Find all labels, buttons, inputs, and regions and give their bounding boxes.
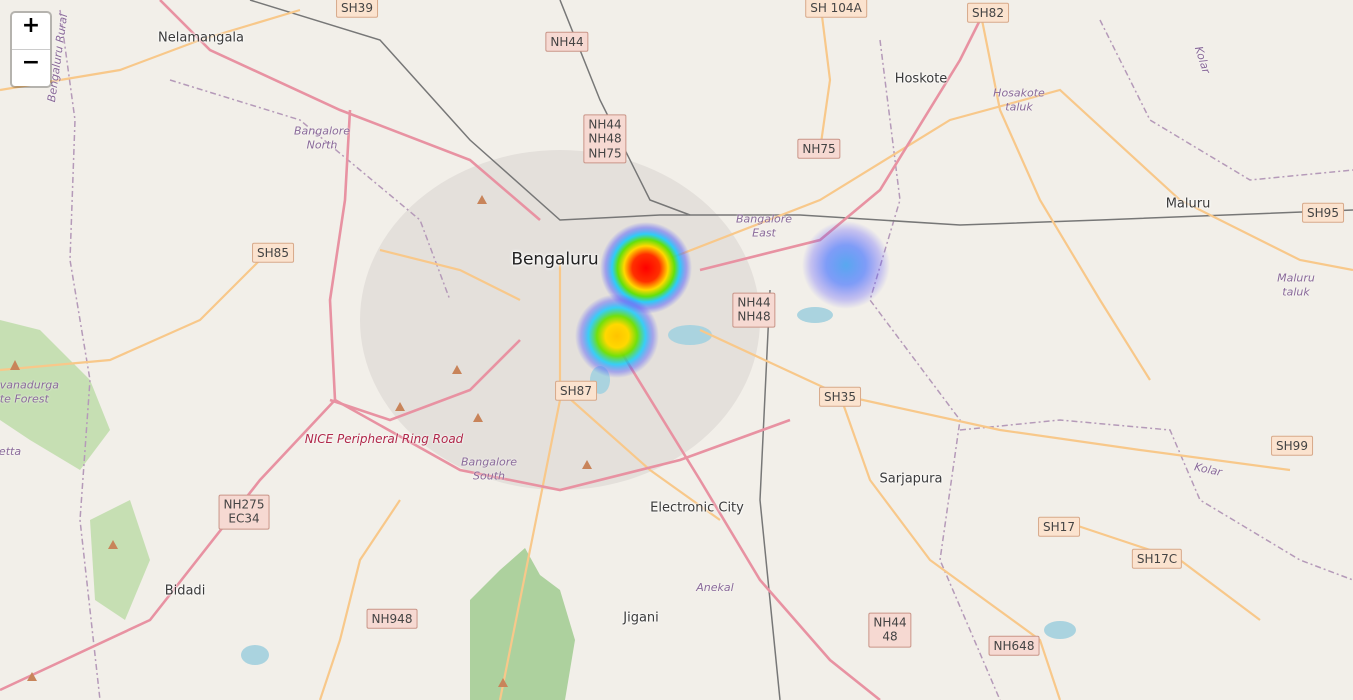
admin-label-maluru-taluk: Maluru taluk <box>1277 271 1315 298</box>
shield-nh648: NH648 <box>988 635 1040 657</box>
shield-nh44-nh48-nh75: NH44 NH48 NH75 <box>583 114 627 164</box>
shield-sh35: SH35 <box>819 386 861 408</box>
admin-label-bangalore-north: Bangalore North <box>293 124 351 151</box>
shield-sh99: SH99 <box>1271 435 1313 457</box>
shield-nh44-nh48: NH44 NH48 <box>732 292 776 328</box>
shield-sh95: SH95 <box>1302 202 1344 224</box>
shield-sh17: SH17 <box>1038 516 1080 538</box>
heat-spot-east <box>802 221 890 309</box>
town-label-electronic-city: Electronic City <box>650 500 744 516</box>
admin-label-bangalore-east: Bangalore East <box>735 212 793 239</box>
shield-sh87: SH87 <box>555 380 597 402</box>
shield-sh85: SH85 <box>252 242 294 264</box>
town-label-maluru: Maluru <box>1165 196 1211 212</box>
shield-sh39: SH39 <box>336 0 378 19</box>
zoom-in-button[interactable]: + <box>12 13 50 50</box>
shield-nh44: NH44 <box>545 31 589 53</box>
shield-sh17c: SH17C <box>1131 548 1183 570</box>
admin-label-hosakote-taluk: Hosakote taluk <box>993 86 1045 113</box>
road-label-nice-ring-road: NICE Peripheral Ring Road <box>304 432 464 446</box>
shield-nh948: NH948 <box>366 608 418 630</box>
shield-sh82: SH82 <box>967 2 1009 24</box>
admin-label-anekal: Anekal <box>696 581 734 595</box>
admin-label-etta: etta <box>0 445 22 459</box>
town-label-jigani: Jigani <box>623 610 659 626</box>
town-label-sarjapura: Sarjapura <box>879 471 943 487</box>
town-label-bidadi: Bidadi <box>164 583 206 599</box>
zoom-out-button[interactable]: − <box>12 50 50 86</box>
shield-nh75: NH75 <box>797 138 841 160</box>
heat-spot-south <box>575 294 659 378</box>
shield-nh44-48: NH44 48 <box>868 612 912 648</box>
zoom-control: + − <box>10 11 52 88</box>
admin-label-bangalore-south: Bangalore South <box>460 455 518 482</box>
shield-nh275-ec34: NH275 EC34 <box>218 494 270 530</box>
shield-sh104a: SH 104A <box>805 0 867 19</box>
city-label-bengaluru: Bengaluru <box>511 249 599 270</box>
town-label-nelamangala: Nelamangala <box>158 30 244 46</box>
map-container[interactable]: Bengaluru Nelamangala Hoskote Maluru Sar… <box>0 0 1353 700</box>
town-label-hoskote: Hoskote <box>894 71 948 87</box>
admin-label-forest: avanadurga ate Forest <box>0 378 59 405</box>
